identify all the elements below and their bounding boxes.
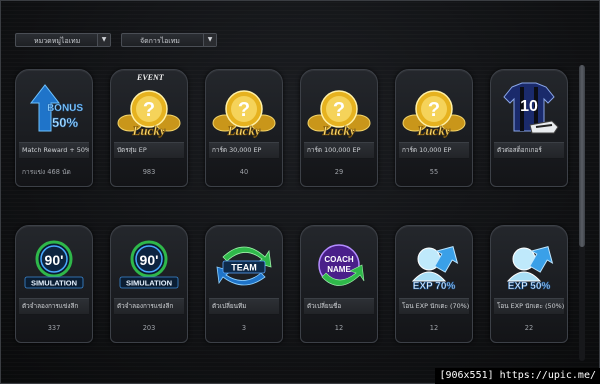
item-count: [491, 166, 567, 178]
item-label: การ์ด 100,000 EP: [304, 142, 374, 159]
coach-name-icon: COACH NAME: [301, 234, 377, 296]
item-card-league-sim-1[interactable]: 90' SIMULATION ตัวจำลองการแข่งลีก 337: [15, 225, 93, 343]
jersey-10-boot-icon: 10: [491, 78, 567, 140]
item-label: โอน EXP นักเตะ (70%): [399, 298, 469, 315]
chevron-down-icon[interactable]: ▼: [203, 34, 216, 46]
item-label: การ์ด 10,000 EP: [399, 142, 469, 159]
item-count: 3: [241, 324, 247, 332]
team-label: TEAM: [231, 263, 257, 273]
lucky-label: Lucky: [226, 123, 260, 138]
scrollbar-thumb[interactable]: [579, 65, 585, 247]
item-card-100000-ep[interactable]: ? Lucky การ์ด 100,000 EP 29: [300, 69, 378, 187]
team-change-icon: TEAM: [206, 234, 282, 296]
svg-text:?: ?: [333, 99, 345, 121]
item-label: บัตรสุ่ม EP: [114, 142, 184, 159]
bonus-value: 50%: [52, 115, 78, 130]
lucky-ep-coin-icon: ? Lucky: [206, 82, 282, 144]
item-card-league-sim-2[interactable]: 90' SIMULATION ตัวจำลองการแข่งลีก 203: [110, 225, 188, 343]
bonus-label: BONUS: [47, 103, 83, 114]
item-card-10000-ep[interactable]: ? Lucky การ์ด 10,000 EP 55: [395, 69, 473, 187]
sort-dropdown-value: จัดการไอเทม: [140, 37, 180, 45]
svg-text:?: ?: [428, 99, 440, 121]
sim-caption: SIMULATION: [31, 279, 77, 288]
lucky-ep-coin-icon: ? Lucky: [111, 82, 187, 144]
event-badge: EVENT: [137, 73, 164, 82]
sim-minutes: 90': [140, 252, 159, 268]
item-count: 12: [429, 324, 439, 332]
item-label: Match Reward + 50%: [19, 142, 89, 159]
item-count: 40: [239, 168, 249, 176]
jersey-number: 10: [520, 98, 538, 115]
inventory-panel: หมวดหมู่ไอเทม ▼ จัดการไอเทม ▼ BONUS 50% …: [0, 0, 600, 384]
image-watermark: [906x551] https://upic.me/: [435, 368, 600, 384]
item-card-match-reward[interactable]: BONUS 50% Match Reward + 50% การแข่ง 468…: [15, 69, 93, 187]
item-card-name-change[interactable]: COACH NAME ตัวเปลี่ยนชื่อ 12: [300, 225, 378, 343]
item-card-30000-ep[interactable]: ? Lucky การ์ด 30,000 EP 40: [205, 69, 283, 187]
item-label: ตัวเปลี่ยนทีม: [209, 298, 279, 315]
coach-label: COACH: [324, 255, 354, 264]
item-card-team-change[interactable]: TEAM ตัวเปลี่ยนทีม 3: [205, 225, 283, 343]
scrollbar[interactable]: [579, 65, 585, 361]
item-label: โอน EXP นักเตะ (50%): [494, 298, 564, 315]
chevron-down-icon[interactable]: ▼: [97, 34, 110, 46]
item-label: ตัวเปลี่ยนชื่อ: [304, 298, 374, 315]
lucky-ep-coin-icon: ? Lucky: [396, 82, 472, 144]
category-dropdown[interactable]: หมวดหมู่ไอเทม ▼: [15, 33, 111, 47]
item-count: 22: [524, 324, 534, 332]
item-count: 203: [142, 324, 156, 332]
lucky-label: Lucky: [416, 123, 450, 138]
lucky-label: Lucky: [131, 123, 165, 138]
exp-70-transfer-icon: EXP 70%: [396, 234, 472, 296]
exp-50-transfer-icon: EXP 50%: [491, 234, 567, 296]
item-card-exp-50[interactable]: EXP 50% โอน EXP นักเตะ (50%) 22: [490, 225, 568, 343]
exp-label: EXP 50%: [508, 281, 551, 292]
item-count: 12: [334, 324, 344, 332]
sim-minutes: 90': [45, 252, 64, 268]
simulation-90-icon: 90' SIMULATION: [111, 234, 187, 296]
lucky-ep-coin-icon: ? Lucky: [301, 82, 377, 144]
sim-caption: SIMULATION: [126, 279, 172, 288]
item-label: ตัวต่อสต็อกเกอร์: [494, 142, 564, 159]
item-card-jersey[interactable]: 10 ตัวต่อสต็อกเกอร์: [490, 69, 568, 187]
category-dropdown-value: หมวดหมู่ไอเทม: [34, 37, 81, 45]
exp-label: EXP 70%: [413, 281, 456, 292]
name-label: NAME: [327, 265, 351, 274]
item-label: ตัวจำลองการแข่งลีก: [114, 298, 184, 315]
item-card-exp-70[interactable]: EXP 70% โอน EXP นักเตะ (70%) 12: [395, 225, 473, 343]
bonus-50-arrow-icon: BONUS 50%: [16, 78, 92, 140]
item-count: 55: [429, 168, 439, 176]
svg-text:?: ?: [143, 99, 155, 121]
item-label: ตัวจำลองการแข่งลีก: [19, 298, 89, 315]
simulation-90-icon: 90' SIMULATION: [16, 234, 92, 296]
sort-dropdown[interactable]: จัดการไอเทม ▼: [121, 33, 217, 47]
item-count: 337: [47, 324, 61, 332]
item-label: การ์ด 30,000 EP: [209, 142, 279, 159]
item-count: 983: [142, 168, 156, 176]
item-count: 29: [334, 168, 344, 176]
item-count: การแข่ง 468 นัด: [22, 168, 71, 176]
svg-text:?: ?: [238, 99, 250, 121]
item-card-ep-random[interactable]: EVENT ? Lucky บัตรสุ่ม EP 983: [110, 69, 188, 187]
lucky-label: Lucky: [321, 123, 355, 138]
